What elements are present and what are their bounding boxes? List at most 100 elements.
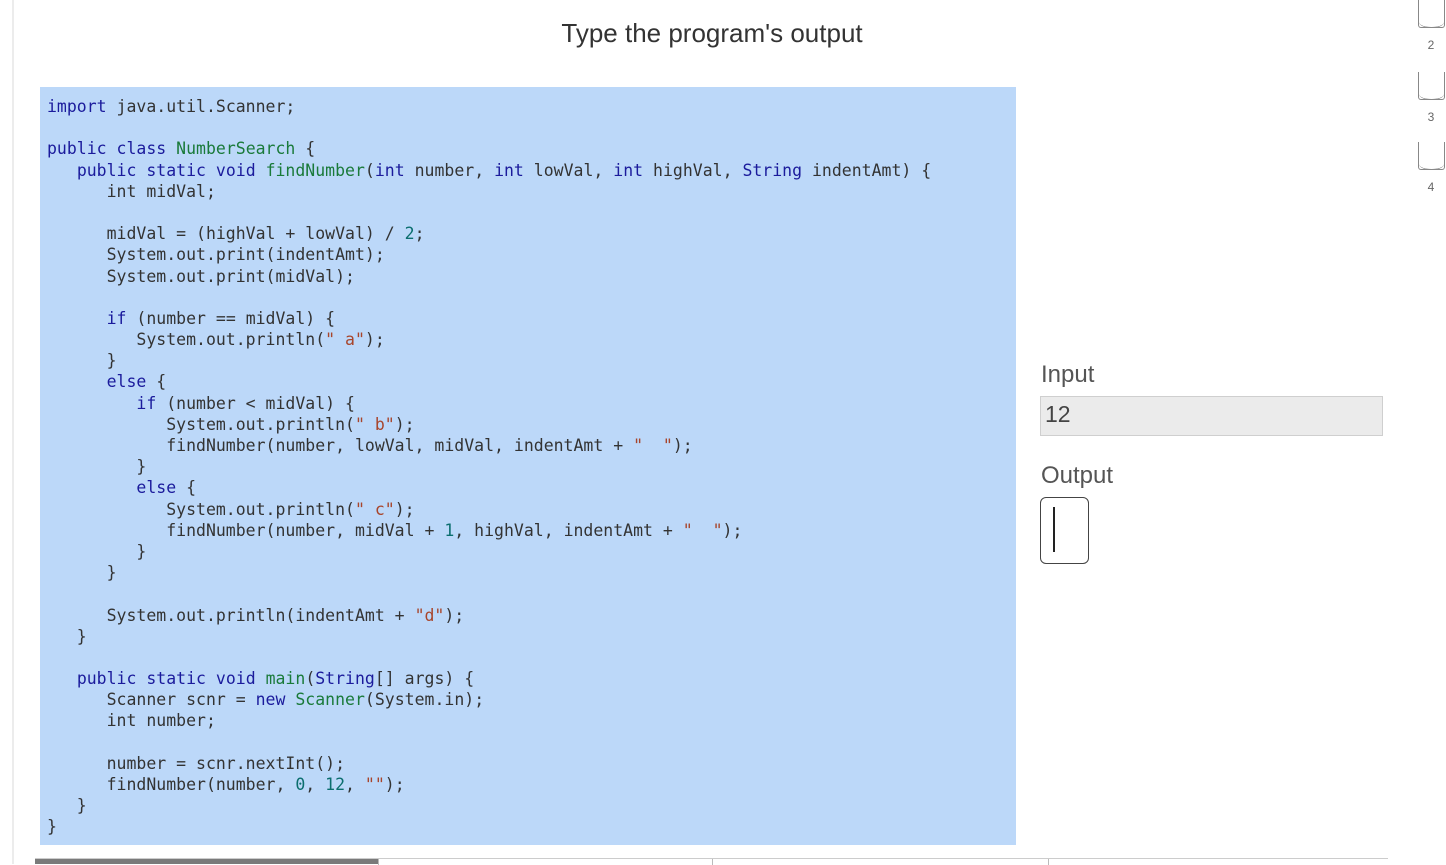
code-token: Scanner scnr = bbox=[47, 690, 256, 710]
output-field[interactable] bbox=[1040, 497, 1089, 564]
code-token: , highVal, indentAmt + bbox=[454, 520, 683, 540]
code-panel: import java.util.Scanner; public class Nu… bbox=[40, 87, 1016, 845]
level-indicator: 2 3 4 bbox=[1416, 0, 1446, 200]
code-line: else { bbox=[47, 477, 931, 498]
code-token: String bbox=[315, 669, 375, 689]
level-number: 2 bbox=[1427, 38, 1435, 52]
code-token: , bbox=[305, 775, 326, 794]
code-token: ( bbox=[364, 160, 375, 180]
level-flag-icon bbox=[1417, 0, 1445, 28]
code-token: "" bbox=[364, 775, 385, 794]
code-line: } bbox=[47, 626, 931, 647]
code-token: } bbox=[47, 351, 117, 371]
code-line: } bbox=[47, 541, 931, 562]
level-item-4[interactable]: 4 bbox=[1416, 142, 1446, 194]
code-token: } bbox=[47, 457, 147, 477]
code-token: int bbox=[494, 160, 524, 180]
code-token: int bbox=[374, 160, 405, 180]
code-line: findNumber(number, lowVal, midVal, inden… bbox=[47, 435, 931, 456]
code-token: public static void bbox=[76, 160, 256, 180]
code-token: else bbox=[136, 478, 177, 498]
code-token: System.out.print(midVal); bbox=[47, 266, 355, 286]
code-token: findNumber(number, bbox=[47, 775, 296, 794]
code-token: ( bbox=[305, 669, 316, 689]
code-line: System.out.println(" a"); bbox=[47, 329, 931, 350]
code-token: { bbox=[146, 372, 167, 392]
code-token: ); bbox=[444, 605, 465, 625]
code-line: } bbox=[47, 562, 931, 583]
level-flag-icon bbox=[1417, 72, 1445, 100]
input-field: 12 bbox=[1040, 396, 1383, 436]
code-line: public class NumberSearch { bbox=[47, 138, 931, 159]
code-token: ); bbox=[364, 330, 385, 350]
code-line: midVal = (highVal + lowVal) / 2; bbox=[47, 223, 931, 244]
page-title: Type the program's output bbox=[561, 18, 863, 48]
level-number: 4 bbox=[1427, 180, 1435, 194]
code-line: int number; bbox=[47, 710, 931, 731]
code-token: " " bbox=[633, 436, 673, 455]
code-line: System.out.print(midVal); bbox=[47, 266, 931, 287]
bottom-tab-active[interactable] bbox=[35, 859, 378, 864]
code-token: 0 bbox=[295, 775, 306, 794]
code-token: System.out.println( bbox=[47, 330, 326, 350]
code-line: } bbox=[47, 350, 931, 371]
code-token: new bbox=[255, 690, 286, 710]
code-line: if (number < midVal) { bbox=[47, 393, 931, 414]
code-token: findNumber(number, midVal + bbox=[47, 520, 445, 540]
code-line: Scanner scnr = new Scanner(System.in); bbox=[47, 689, 931, 710]
code-line: System.out.println(" c"); bbox=[47, 499, 931, 520]
code-line: findNumber(number, 0, 12, ""); bbox=[47, 774, 931, 795]
code-token: indentAmt) { bbox=[802, 160, 932, 180]
code-token: } bbox=[47, 563, 117, 583]
code-line: } bbox=[47, 795, 931, 816]
code-token: midVal = (highVal + lowVal) / bbox=[47, 224, 405, 244]
code-token: findNumber(number, lowVal, midVal, inden… bbox=[47, 436, 634, 455]
code-token: lowVal, bbox=[523, 160, 614, 180]
code-line: System.out.print(indentAmt); bbox=[47, 244, 931, 265]
code-token: "d" bbox=[414, 605, 445, 625]
code-token: if bbox=[136, 393, 157, 413]
bottom-tab[interactable] bbox=[379, 859, 712, 864]
code-token: (number == midVal) { bbox=[126, 308, 336, 328]
code-token: " " bbox=[682, 520, 723, 540]
code-token: " c" bbox=[354, 499, 395, 519]
code-token: ); bbox=[672, 436, 693, 455]
code-token: 12 bbox=[325, 775, 346, 794]
level-flag-icon bbox=[1417, 142, 1445, 170]
level-item-2[interactable]: 2 bbox=[1416, 0, 1446, 52]
code-token: Scanner bbox=[295, 690, 365, 710]
code-token: if bbox=[106, 308, 127, 328]
code-token: " b" bbox=[354, 414, 395, 434]
code-line: findNumber(number, midVal + 1, highVal, … bbox=[47, 520, 931, 541]
code-token: ; bbox=[414, 224, 425, 244]
level-item-3[interactable]: 3 bbox=[1416, 72, 1446, 124]
code-token: public class bbox=[47, 139, 167, 159]
code-line: if (number == midVal) { bbox=[47, 308, 931, 329]
bottom-tab[interactable] bbox=[713, 859, 1048, 864]
code-token: import bbox=[47, 97, 107, 116]
code-line: else { bbox=[47, 371, 931, 392]
code-token: ); bbox=[384, 775, 405, 794]
code-token: int midVal; bbox=[47, 181, 216, 201]
code-token: 2 bbox=[404, 224, 415, 244]
code-token: [] args) { bbox=[374, 669, 475, 689]
bottom-tab[interactable] bbox=[1049, 859, 1388, 864]
code-line: public static void findNumber(int number… bbox=[47, 160, 931, 181]
code-token: } bbox=[47, 796, 87, 816]
left-border bbox=[12, 0, 14, 864]
code-token: int number; bbox=[47, 711, 216, 731]
code-listing: import java.util.Scanner; public class Nu… bbox=[47, 96, 931, 838]
code-token: System.out.print(indentAmt); bbox=[47, 245, 385, 265]
code-token: 1 bbox=[444, 520, 455, 540]
code-token: java.util.Scanner; bbox=[106, 97, 296, 116]
